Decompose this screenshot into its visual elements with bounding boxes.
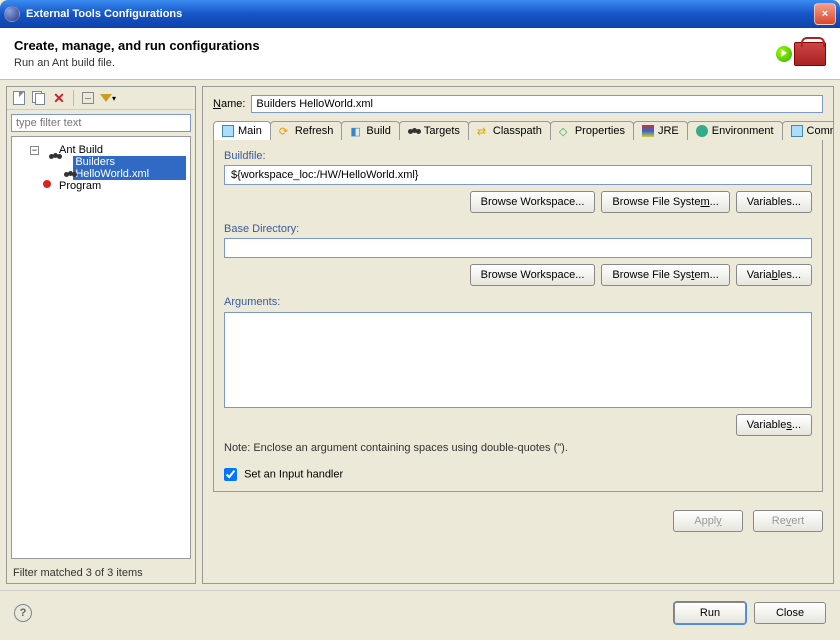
tab-bar: Main ⟳Refresh ◧Build Targets ⇄Classpath …	[213, 121, 823, 140]
config-tree[interactable]: − Ant Build Builders HelloWorld.xml Prog…	[11, 136, 191, 559]
help-button[interactable]: ?	[14, 604, 32, 622]
input-handler-row: Set an Input handler	[224, 468, 812, 481]
basedir-input[interactable]	[224, 238, 812, 258]
tab-targets[interactable]: Targets	[399, 121, 469, 140]
window-title: External Tools Configurations	[26, 8, 814, 20]
filter-status: Filter matched 3 of 3 items	[7, 563, 195, 583]
tree-item-builders-helloworld[interactable]: Builders HelloWorld.xml	[12, 159, 190, 177]
tab-build[interactable]: ◧Build	[341, 121, 399, 140]
buildfile-legend: Buildfile:	[224, 150, 812, 162]
tab-classpath[interactable]: ⇄Classpath	[468, 121, 551, 140]
input-handler-label: Set an Input handler	[244, 468, 343, 480]
buildfile-variables-button[interactable]: Variables...	[736, 191, 812, 213]
revert-button[interactable]: Revert	[753, 510, 823, 532]
right-panel: Name: Main ⟳Refresh ◧Build Targets ⇄Clas…	[202, 86, 834, 584]
left-panel: ✕ ▾ − Ant Build Builders HelloWorld.xml …	[6, 86, 196, 584]
filter-menu-button[interactable]: ▾	[100, 90, 116, 106]
collapse-all-button[interactable]	[80, 90, 96, 106]
run-button[interactable]: Run	[674, 602, 746, 624]
tab-environment[interactable]: Environment	[687, 121, 783, 140]
arguments-legend: Arguments:	[224, 296, 812, 308]
basedir-browse-filesystem-button[interactable]: Browse File System...	[601, 264, 729, 286]
header-title: Create, manage, and run configurations	[14, 38, 260, 53]
buildfile-browse-filesystem-button[interactable]: Browse File System...	[601, 191, 729, 213]
toolbox-icon	[794, 42, 826, 66]
name-input[interactable]	[251, 95, 823, 113]
arguments-section: Arguments: Variables... Note: Enclose an…	[224, 296, 812, 454]
eclipse-icon	[4, 6, 20, 22]
tab-refresh[interactable]: ⟳Refresh	[270, 121, 343, 140]
tab-jre[interactable]: JRE	[633, 121, 688, 140]
buildfile-input[interactable]	[224, 165, 812, 185]
header-subtitle: Run an Ant build file.	[14, 57, 260, 69]
arguments-textarea[interactable]	[224, 312, 812, 408]
footer: ? Run Close	[0, 590, 840, 634]
arguments-note: Note: Enclose an argument containing spa…	[224, 442, 812, 454]
buildfile-section: Buildfile: Browse Workspace... Browse Fi…	[224, 150, 812, 213]
basedir-section: Base Directory: Browse Workspace... Brow…	[224, 223, 812, 286]
header: Create, manage, and run configurations R…	[0, 28, 840, 80]
basedir-legend: Base Directory:	[224, 223, 812, 235]
left-toolbar: ✕ ▾	[7, 87, 195, 110]
tab-content-main: Buildfile: Browse Workspace... Browse Fi…	[213, 140, 823, 492]
run-icon	[776, 46, 792, 62]
apply-button[interactable]: Apply	[673, 510, 743, 532]
tab-common[interactable]: Common	[782, 121, 834, 140]
basedir-browse-workspace-button[interactable]: Browse Workspace...	[470, 264, 596, 286]
duplicate-config-button[interactable]	[31, 90, 47, 106]
close-button[interactable]: Close	[754, 602, 826, 624]
input-handler-checkbox[interactable]	[224, 468, 237, 481]
arguments-variables-button[interactable]: Variables...	[736, 414, 812, 436]
titlebar: External Tools Configurations ×	[0, 0, 840, 28]
basedir-variables-button[interactable]: Variables...	[736, 264, 812, 286]
delete-config-button[interactable]: ✕	[51, 90, 67, 106]
tab-properties[interactable]: ◇Properties	[550, 121, 634, 140]
tab-main[interactable]: Main	[213, 121, 271, 140]
close-window-button[interactable]: ×	[814, 3, 836, 25]
filter-input[interactable]	[11, 114, 191, 132]
name-label: Name:	[213, 98, 245, 110]
buildfile-browse-workspace-button[interactable]: Browse Workspace...	[470, 191, 596, 213]
new-config-button[interactable]	[11, 90, 27, 106]
